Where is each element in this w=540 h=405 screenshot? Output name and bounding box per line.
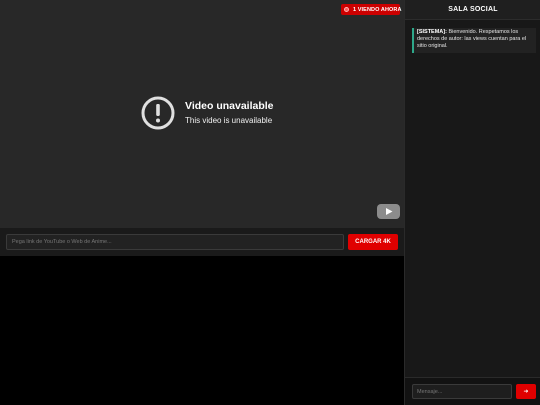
message-input[interactable]: [412, 384, 512, 399]
video-url-input[interactable]: [6, 234, 344, 250]
viewers-badge-label: 1 VIENDO AHORA: [353, 6, 402, 13]
send-button[interactable]: ➜: [516, 384, 536, 399]
chat-message: [SISTEMA]: Bienvenido. Respetamos los de…: [412, 28, 536, 53]
live-dot-icon: [344, 7, 349, 12]
sidebar-title: SALA SOCIAL: [405, 0, 540, 20]
url-loader-bar: CARGAR 4K: [0, 228, 404, 256]
exclamation-circle-icon: [141, 96, 175, 130]
load-4k-button[interactable]: CARGAR 4K: [348, 234, 398, 250]
app-root: 1 VIENDO AHORA Video unavailable This vi…: [0, 0, 540, 405]
viewers-badge: 1 VIENDO AHORA: [341, 4, 402, 15]
empty-stage: [0, 256, 404, 405]
video-player[interactable]: 1 VIENDO AHORA Video unavailable This vi…: [0, 0, 404, 228]
send-arrow-icon: ➜: [523, 389, 529, 395]
social-sidebar: SALA SOCIAL [SISTEMA]: Bienvenido. Respe…: [404, 0, 540, 405]
youtube-play-icon[interactable]: [377, 204, 400, 219]
message-composer: ➜: [405, 377, 540, 405]
chat-messages[interactable]: [SISTEMA]: Bienvenido. Respetamos los de…: [405, 20, 540, 377]
unavailable-subtitle: This video is unavailable: [185, 116, 273, 125]
message-sender: [SISTEMA]:: [417, 29, 447, 35]
unavailable-title: Video unavailable: [185, 100, 274, 112]
